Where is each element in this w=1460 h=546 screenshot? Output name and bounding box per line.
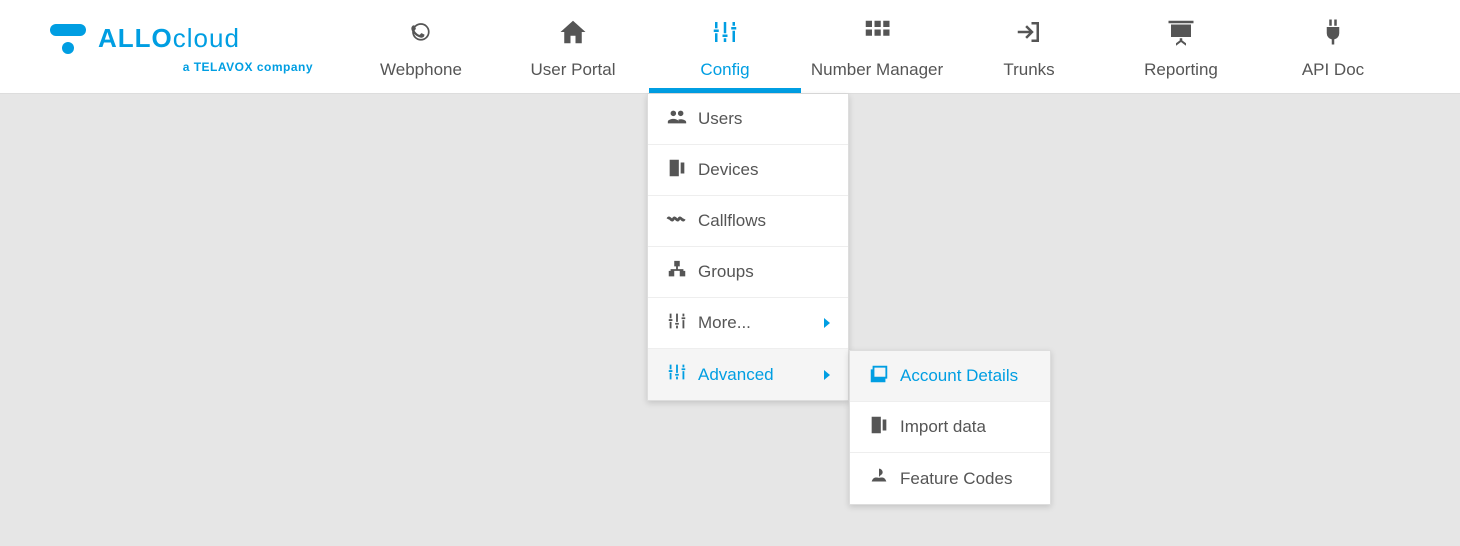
window-icon bbox=[868, 363, 890, 390]
sliders-icon bbox=[710, 17, 740, 52]
menu-label: Callflows bbox=[698, 211, 830, 231]
nav-api-doc[interactable]: API Doc bbox=[1257, 0, 1409, 93]
sliders-icon bbox=[666, 310, 688, 337]
plug-icon bbox=[1318, 17, 1348, 52]
main-nav: Webphone User Portal Config Number Manag… bbox=[345, 0, 1460, 93]
submenu-account-details[interactable]: Account Details bbox=[850, 351, 1050, 402]
menu-label: Account Details bbox=[900, 366, 1032, 386]
nav-number-manager[interactable]: Number Manager bbox=[801, 0, 953, 93]
grid-icon bbox=[862, 17, 892, 52]
submenu-arrow-icon bbox=[824, 370, 830, 380]
submenu-arrow-icon bbox=[824, 318, 830, 328]
menu-callflows[interactable]: Callflows bbox=[648, 196, 848, 247]
import-icon bbox=[868, 414, 890, 441]
config-dropdown: Users Devices Callflows Groups More... A… bbox=[647, 94, 849, 401]
menu-groups[interactable]: Groups bbox=[648, 247, 848, 298]
nav-label: Webphone bbox=[380, 60, 462, 80]
menu-label: Import data bbox=[900, 417, 1032, 437]
logo-text: ALLOcloud bbox=[98, 23, 240, 54]
menu-devices[interactable]: Devices bbox=[648, 145, 848, 196]
menu-advanced[interactable]: Advanced bbox=[648, 349, 848, 400]
groups-icon bbox=[666, 259, 688, 286]
nav-label: Number Manager bbox=[811, 60, 943, 80]
nav-user-portal[interactable]: User Portal bbox=[497, 0, 649, 93]
nav-webphone[interactable]: Webphone bbox=[345, 0, 497, 93]
nav-label: Reporting bbox=[1144, 60, 1218, 80]
logo[interactable]: ALLOcloud a TELAVOX company bbox=[0, 0, 345, 93]
nav-label: Config bbox=[700, 60, 749, 80]
webphone-icon bbox=[406, 17, 436, 52]
submenu-feature-codes[interactable]: Feature Codes bbox=[850, 453, 1050, 504]
feature-icon bbox=[868, 465, 890, 492]
users-icon bbox=[666, 106, 688, 133]
menu-users[interactable]: Users bbox=[648, 94, 848, 145]
menu-more[interactable]: More... bbox=[648, 298, 848, 349]
login-icon bbox=[1014, 17, 1044, 52]
menu-label: More... bbox=[698, 313, 814, 333]
nav-trunks[interactable]: Trunks bbox=[953, 0, 1105, 93]
menu-label: Advanced bbox=[698, 365, 814, 385]
menu-label: Groups bbox=[698, 262, 830, 282]
topbar: ALLOcloud a TELAVOX company Webphone Use… bbox=[0, 0, 1460, 94]
nav-label: User Portal bbox=[530, 60, 615, 80]
nav-reporting[interactable]: Reporting bbox=[1105, 0, 1257, 93]
nav-config[interactable]: Config bbox=[649, 0, 801, 93]
advanced-submenu: Account Details Import data Feature Code… bbox=[849, 350, 1051, 505]
logo-mark-icon bbox=[50, 20, 88, 58]
menu-label: Feature Codes bbox=[900, 469, 1032, 489]
sliders-icon bbox=[666, 361, 688, 388]
devices-icon bbox=[666, 157, 688, 184]
submenu-import-data[interactable]: Import data bbox=[850, 402, 1050, 453]
nav-label: Trunks bbox=[1003, 60, 1054, 80]
menu-label: Users bbox=[698, 109, 830, 129]
logo-subtitle: a TELAVOX company bbox=[50, 60, 315, 74]
menu-label: Devices bbox=[698, 160, 830, 180]
callflows-icon bbox=[666, 208, 688, 235]
presentation-icon bbox=[1166, 17, 1196, 52]
home-icon bbox=[558, 17, 588, 52]
nav-label: API Doc bbox=[1302, 60, 1364, 80]
